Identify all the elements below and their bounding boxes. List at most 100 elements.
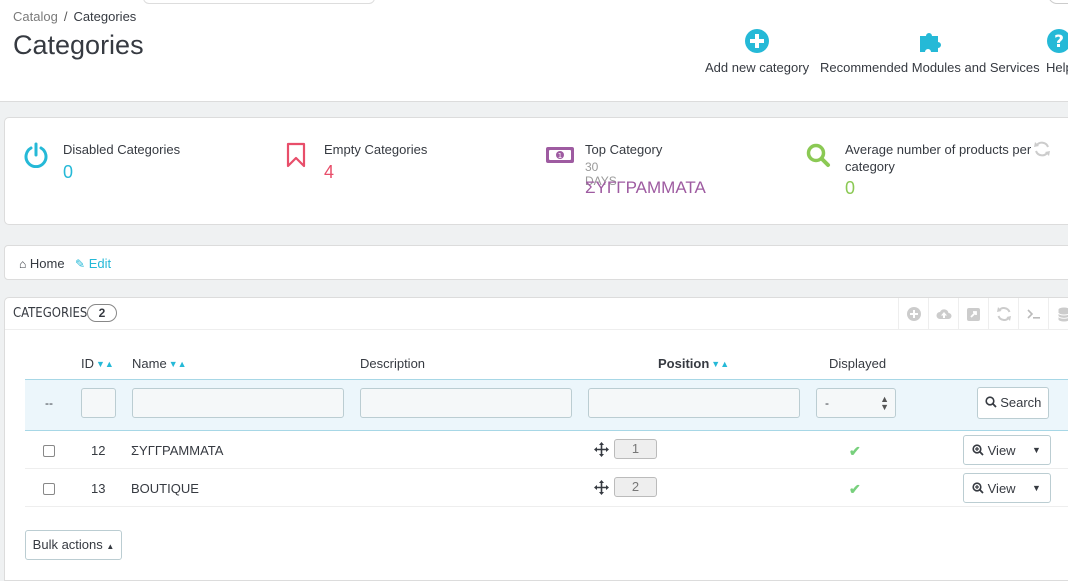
zoom-in-icon [972, 482, 984, 494]
help-button[interactable]: ? Help [1046, 28, 1068, 75]
column-id-label: ID [81, 356, 94, 371]
column-name-label: Name [132, 356, 167, 371]
add-tool-button[interactable] [898, 298, 928, 330]
database-tool-button[interactable] [1048, 298, 1068, 330]
caret-up-icon: ▲ [106, 542, 115, 551]
table-row[interactable]: 12 ΣΥΓΓΡΑΜΜΑΤΑ 1 ✔ View ▼ [25, 431, 1068, 469]
select-caret-icon: ▲ ▼ [880, 394, 889, 412]
page-title: Categories [13, 30, 144, 60]
categories-panel: Categories 2 ID ▼▲ Name ▼▲ [4, 297, 1068, 581]
breadcrumb-separator: / [63, 9, 68, 24]
bookmark-icon [286, 142, 306, 168]
column-header-position[interactable]: Position ▼▲ [658, 356, 729, 371]
home-link[interactable]: ⌂ Home [19, 256, 65, 271]
filter-description-input[interactable] [360, 388, 572, 418]
export-icon [967, 308, 980, 321]
database-icon [1058, 307, 1068, 322]
row-position: 2 [614, 477, 657, 497]
kpi-label-line2: category [845, 159, 895, 174]
bulk-actions-label: Bulk actions [32, 537, 103, 552]
search-icon [984, 396, 997, 408]
home-label: Home [29, 256, 65, 271]
row-name[interactable]: BOUTIQUE [131, 481, 199, 496]
cloud-upload-icon [936, 309, 952, 319]
plus-circle-icon [907, 307, 921, 321]
import-tool-button[interactable] [928, 298, 958, 330]
add-new-category-button[interactable]: Add new category [705, 28, 809, 75]
displayed-check-icon[interactable]: ✔ [849, 443, 861, 460]
kpi-value: 0 [845, 178, 856, 198]
view-button[interactable]: View ▼ [963, 473, 1051, 503]
drag-move-icon[interactable] [594, 480, 609, 495]
kpi-value: 4 [324, 162, 335, 182]
page-header: Catalog / Categories Categories Add new ca… [0, 0, 1068, 102]
edit-link[interactable]: ✎ Edit [75, 256, 111, 271]
filter-displayed-select[interactable]: - ▲ ▼ [816, 388, 896, 418]
column-header-description: Description [360, 356, 425, 371]
home-icon: ⌂ [19, 257, 27, 271]
column-header-displayed: Displayed [829, 356, 886, 371]
filter-position-input[interactable] [588, 388, 800, 418]
table-row[interactable]: 13 BOUTIQUE 2 ✔ View ▼ [25, 469, 1068, 507]
edit-label: Edit [88, 256, 112, 271]
panel-title: Categories [13, 306, 88, 321]
plus-circle-icon [745, 29, 770, 53]
search-icon [806, 143, 830, 167]
recommended-modules-button[interactable]: Recommended Modules and Services [820, 28, 1040, 75]
filter-name-input[interactable] [132, 388, 344, 418]
panel-heading: Categories 2 [5, 298, 1068, 330]
svg-text:?: ? [1054, 32, 1064, 52]
breadcrumb: Catalog / Categories [13, 9, 136, 24]
sql-tool-button[interactable] [1018, 298, 1048, 330]
row-name[interactable]: ΣΥΓΓΡΑΜΜΑΤΑ [131, 443, 223, 458]
view-label-text: View [987, 481, 1016, 496]
terminal-icon [1027, 309, 1040, 319]
filter-dash: -- [45, 396, 53, 410]
row-position: 1 [614, 439, 657, 459]
refresh-icon[interactable] [1033, 140, 1051, 158]
column-header-name[interactable]: Name ▼▲ [132, 356, 187, 371]
pencil-icon: ✎ [75, 257, 86, 271]
kpi-value: 0 [63, 162, 74, 182]
category-breadcrumb-bar: ⌂ Home ✎ Edit [4, 245, 1068, 280]
kpi-label: Disabled Categories [63, 142, 181, 157]
kpi-value[interactable]: ΣΥΓΓΡΑΜΜΑΤΑ [585, 178, 706, 198]
column-position-label: Position [658, 356, 710, 371]
search-button-label: Search [1000, 395, 1042, 410]
drag-move-icon[interactable] [594, 442, 609, 457]
caret-down-icon[interactable]: ▼ [1022, 474, 1050, 502]
zoom-in-icon [972, 444, 984, 456]
help-icon: ? [1047, 29, 1068, 53]
sort-arrows-icon[interactable]: ▼▲ [96, 359, 114, 369]
caret-down-icon[interactable]: ▼ [1022, 436, 1050, 464]
kpi-panel: Disabled Categories 0 Empty Categories 4… [4, 117, 1068, 225]
user-menu-edge[interactable] [1048, 0, 1068, 4]
search-button[interactable]: Search [977, 387, 1049, 419]
row-checkbox[interactable] [43, 483, 55, 495]
add-new-category-label: Add new category [705, 60, 810, 75]
displayed-check-icon[interactable]: ✔ [849, 481, 861, 498]
money-icon: 1 [546, 147, 574, 163]
export-tool-button[interactable] [958, 298, 988, 330]
view-label-text: View [987, 443, 1016, 458]
breadcrumb-current: Categories [73, 9, 137, 24]
recommended-modules-label: Recommended Modules and Services [820, 60, 1040, 75]
kpi-label: Average number of products per [845, 142, 1032, 157]
sort-arrows-icon[interactable]: ▼▲ [711, 359, 729, 369]
filter-id-input[interactable] [81, 388, 116, 418]
breadcrumb-catalog[interactable]: Catalog [13, 9, 58, 24]
top-search-bar[interactable] [143, 0, 375, 4]
refresh-icon [997, 307, 1011, 321]
kpi-label: Empty Categories [324, 142, 428, 157]
row-checkbox[interactable] [43, 445, 55, 457]
column-header-id[interactable]: ID ▼▲ [81, 356, 114, 371]
column-description-label: Description [360, 356, 426, 371]
view-button-label: View [972, 481, 1016, 496]
view-button[interactable]: View ▼ [963, 435, 1051, 465]
bulk-actions-button[interactable]: Bulk actions ▲ [25, 530, 122, 560]
help-label: Help [1046, 60, 1068, 75]
refresh-tool-button[interactable] [988, 298, 1018, 330]
kpi-label: Top Category [585, 142, 663, 157]
panel-count-badge: 2 [87, 304, 117, 322]
sort-arrows-icon[interactable]: ▼▲ [169, 359, 187, 369]
